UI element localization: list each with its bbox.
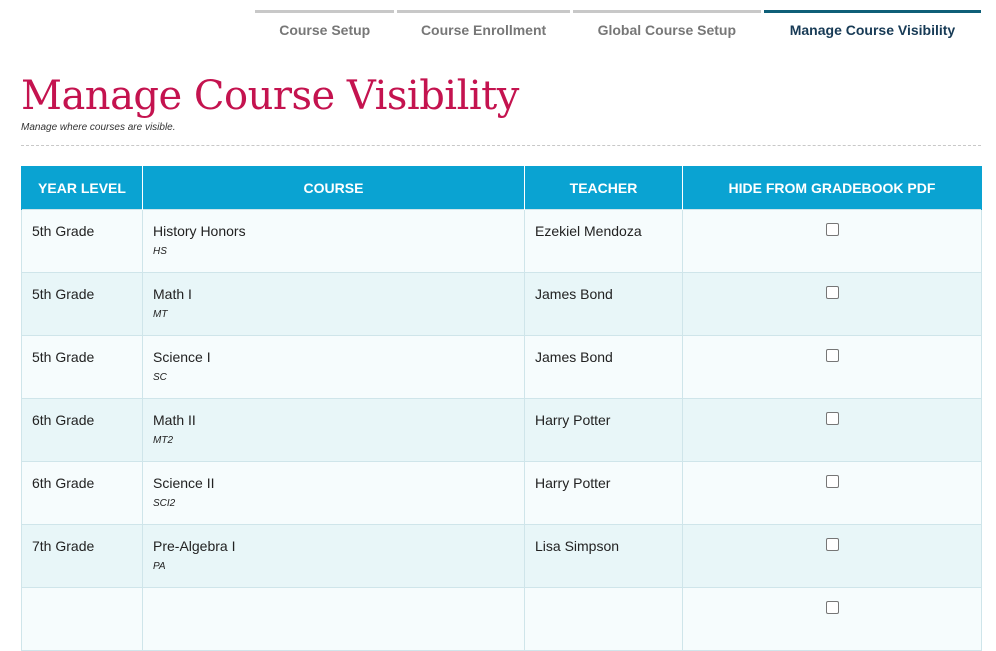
course-cell: Pre-Algebra I PA (142, 524, 525, 588)
course-code: SC (153, 372, 167, 383)
course-code: PA (153, 561, 166, 572)
year-level-cell: 5th Grade (21, 272, 143, 336)
tab-global-course-setup[interactable]: Global Course Setup (572, 10, 761, 46)
header-course: COURSE (142, 166, 525, 210)
course-cell: Science I SC (142, 335, 525, 399)
hide-from-pdf-checkbox[interactable] (825, 538, 839, 551)
hide-from-pdf-checkbox[interactable] (825, 475, 839, 488)
year-level-cell: 5th Grade (21, 209, 143, 273)
header-teacher: TEACHER (524, 166, 683, 210)
table-row: 7th Grade Pre-Algebra I PA Lisa Simpson (21, 524, 982, 588)
teacher-cell: James Bond (524, 335, 683, 399)
teacher-cell: Ezekiel Mendoza (524, 209, 683, 273)
table-header-row: YEAR LEVEL COURSE TEACHER HIDE FROM GRAD… (21, 166, 982, 210)
hide-from-pdf-checkbox[interactable] (825, 601, 839, 614)
course-code: SCI2 (153, 498, 176, 509)
hide-from-pdf-checkbox[interactable] (825, 349, 839, 362)
teacher-cell: Lisa Simpson (524, 524, 683, 588)
hide-from-pdf-cell (682, 398, 982, 462)
tab-course-enrollment[interactable]: Course Enrollment (397, 10, 570, 46)
hide-from-pdf-cell (682, 335, 982, 399)
course-cell: Math I MT (142, 272, 525, 336)
table-row: 6th Grade Math II MT2 Harry Potter (21, 398, 982, 462)
page-subtitle: Manage where courses are visible. (21, 122, 176, 133)
course-cell: Science II SCI2 (142, 461, 525, 525)
tab-course-setup[interactable]: Course Setup (255, 10, 395, 46)
hide-from-pdf-cell (682, 524, 982, 588)
course-cell (142, 587, 525, 651)
year-level-cell (21, 587, 143, 651)
hide-from-pdf-cell (682, 461, 982, 525)
course-name: Science I (153, 349, 211, 365)
year-level-cell: 6th Grade (21, 398, 143, 462)
tab-bar: Course Setup Course Enrollment Global Co… (255, 10, 982, 46)
header-year-level: YEAR LEVEL (21, 166, 143, 210)
course-name: Math II (153, 412, 196, 428)
year-level-cell: 5th Grade (21, 335, 143, 399)
year-level-cell: 7th Grade (21, 524, 143, 588)
page-title: Manage Course Visibility (21, 73, 519, 119)
table-row: 5th Grade Math I MT James Bond (21, 272, 982, 336)
hide-from-pdf-checkbox[interactable] (825, 412, 839, 425)
table-row: 5th Grade Science I SC James Bond (21, 335, 982, 399)
hide-from-pdf-cell (682, 272, 982, 336)
course-name: History Honors (153, 223, 246, 239)
hide-from-pdf-cell (682, 587, 982, 651)
teacher-cell: James Bond (524, 272, 683, 336)
teacher-cell: Harry Potter (524, 461, 683, 525)
table-row: 6th Grade Science II SCI2 Harry Potter (21, 461, 982, 525)
course-code: MT (153, 309, 168, 320)
table-row (21, 587, 982, 651)
hide-from-pdf-checkbox[interactable] (825, 223, 839, 236)
course-visibility-table: YEAR LEVEL COURSE TEACHER HIDE FROM GRAD… (21, 166, 982, 651)
course-name: Math I (153, 286, 192, 302)
course-code: HS (153, 246, 167, 257)
teacher-cell: Harry Potter (524, 398, 683, 462)
teacher-cell (524, 587, 683, 651)
header-hide-from-gradebook-pdf: HIDE FROM GRADEBOOK PDF (682, 166, 982, 210)
course-name: Science II (153, 475, 215, 491)
course-code: MT2 (153, 435, 173, 446)
year-level-cell: 6th Grade (21, 461, 143, 525)
dashed-divider (21, 145, 981, 146)
course-cell: Math II MT2 (142, 398, 525, 462)
course-cell: History Honors HS (142, 209, 525, 273)
table-row: 5th Grade History Honors HS Ezekiel Mendoza (21, 209, 982, 273)
hide-from-pdf-cell (682, 209, 982, 273)
tab-manage-course-visibility[interactable]: Manage Course Visibility (763, 10, 982, 46)
hide-from-pdf-checkbox[interactable] (825, 286, 839, 299)
course-name: Pre-Algebra I (153, 538, 236, 554)
